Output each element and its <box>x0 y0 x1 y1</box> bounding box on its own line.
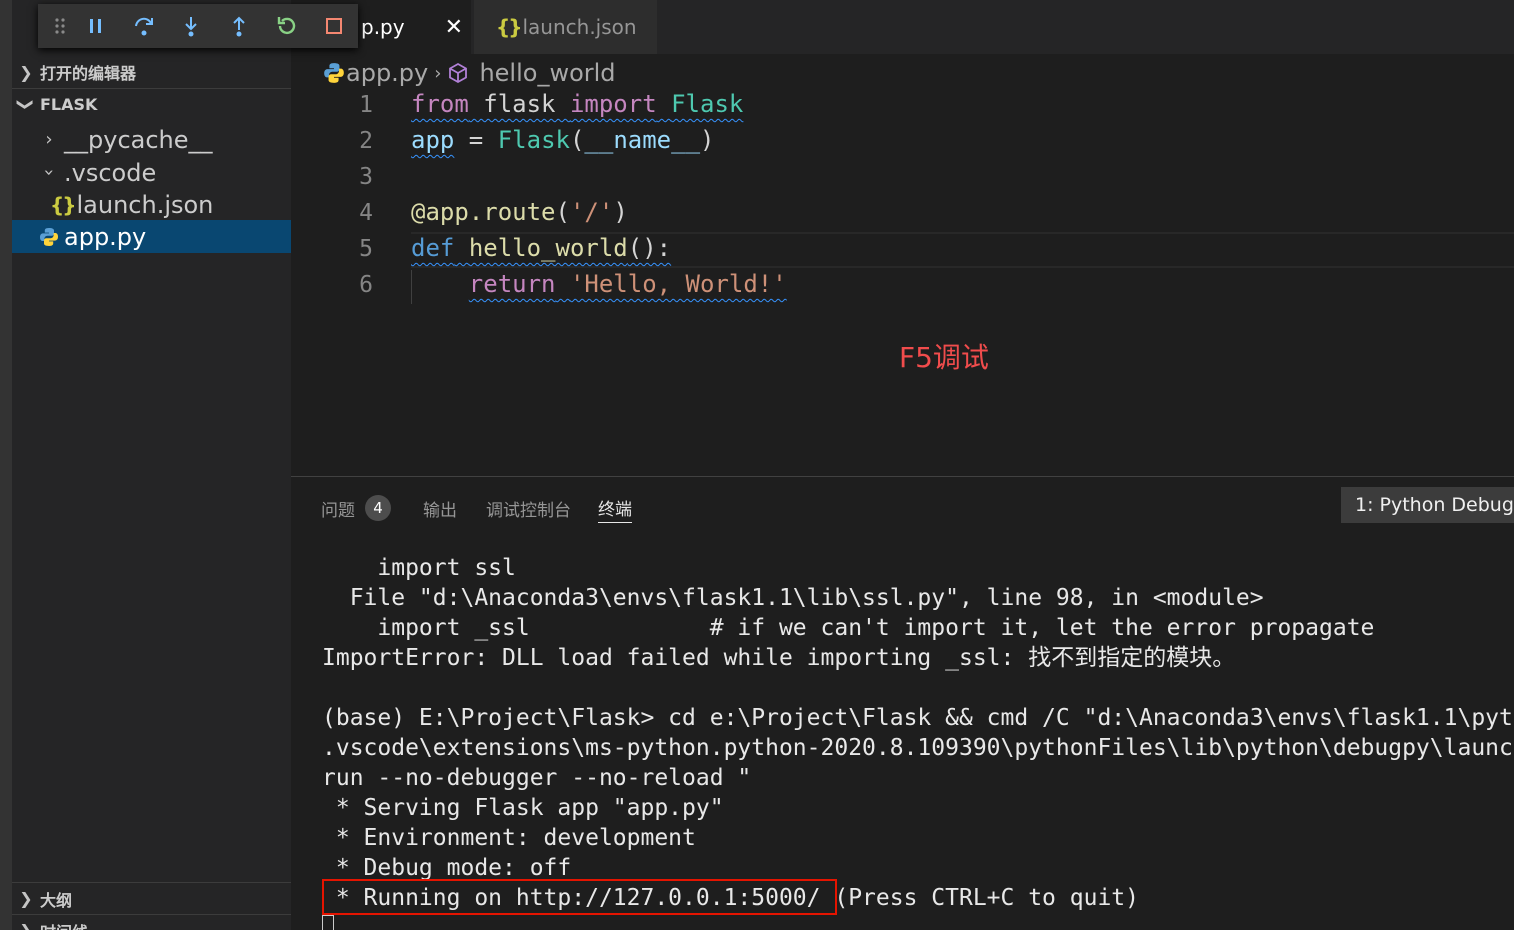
tab-debug-console[interactable]: 调试控制台 <box>486 493 571 523</box>
line-number: 2 <box>359 128 373 154</box>
highlight-box <box>322 879 837 915</box>
tree-item-app-py[interactable]: app.py <box>12 220 291 253</box>
chevron-right-icon: ❯ <box>12 921 40 930</box>
step-into-icon <box>185 17 197 37</box>
terminal-line: File "d:\Anaconda3\envs\flask1.1\lib\ssl… <box>322 585 1264 611</box>
terminal-line: import ssl <box>322 555 516 581</box>
stop-icon <box>326 18 343 34</box>
line-number: 1 <box>359 92 373 118</box>
terminal-line: .vscode\extensions\ms-python.python-2020… <box>322 735 1514 761</box>
tab-label: launch.json <box>522 15 637 39</box>
code-line-5: def hello_world(): <box>411 234 672 262</box>
restart-icon <box>277 17 295 35</box>
open-editors-header[interactable]: ❯ 打开的编辑器 <box>12 56 291 88</box>
terminal-line: * Environment: development <box>322 825 696 851</box>
debug-toolbar <box>38 4 358 48</box>
code-line-2: app = Flask(__name__) <box>411 126 715 154</box>
terminal-line: * Serving Flask app "app.py" <box>322 795 724 821</box>
step-out-button[interactable] <box>215 4 263 48</box>
code-editor[interactable]: 1 2 3 4 5 6 from flask import Flask app … <box>291 90 1514 476</box>
tab-label: 问题 <box>321 500 355 521</box>
code-line-6: return 'Hello, World!' <box>468 270 787 298</box>
tree-item-label: .vscode <box>64 158 157 187</box>
close-icon[interactable]: ✕ <box>445 15 463 40</box>
breadcrumb-symbol[interactable]: hello_world <box>479 59 615 87</box>
chevron-right-icon: ❯ <box>19 62 33 82</box>
terminal-line: run --no-debugger --no-reload " <box>322 765 752 791</box>
tab-problems[interactable]: 问题 4 <box>321 493 391 523</box>
tree-item-label: app.py <box>64 222 147 251</box>
method-cube-icon <box>449 62 468 84</box>
terminal-line: (base) E:\Project\Flask> cd e:\Project\F… <box>322 705 1514 731</box>
open-editors-label: 打开的编辑器 <box>40 64 137 83</box>
code-line-1: from flask import Flask <box>411 90 744 118</box>
activity-bar <box>0 0 12 930</box>
terminal-select[interactable]: 1: Python Debug C <box>1341 487 1514 523</box>
breadcrumb-file[interactable]: app.py <box>346 59 428 87</box>
project-label: FLASK <box>40 95 98 114</box>
pause-button[interactable] <box>72 4 120 48</box>
tab-launch-json[interactable]: {} launch.json <box>473 0 657 54</box>
tree-item-vscode[interactable]: › .vscode <box>12 156 291 189</box>
terminal-line: import _ssl # if we can't import it, let… <box>322 615 1375 641</box>
terminal-cursor <box>322 915 334 930</box>
chevron-right-icon: ❯ <box>19 889 33 908</box>
chevron-down-icon: ❯ <box>16 97 36 112</box>
tree-item-launch-json[interactable]: {} launch.json <box>12 188 291 221</box>
timeline-label: 时间线 <box>40 919 88 930</box>
tab-label: 调试控制台 <box>486 500 571 521</box>
tab-terminal[interactable]: 终端 <box>598 493 632 523</box>
annotation-text: F5调试 <box>899 341 989 374</box>
pause-icon <box>89 19 101 33</box>
tree-item-label: launch.json <box>76 190 214 219</box>
stop-button[interactable] <box>310 4 358 48</box>
outline-label: 大纲 <box>40 890 73 910</box>
line-number: 6 <box>359 272 373 298</box>
code-line-4: @app.route('/') <box>411 198 628 226</box>
tree-item-label: __pycache__ <box>64 125 213 154</box>
terminal-output[interactable]: import ssl File "d:\Anaconda3\envs\flask… <box>322 553 1514 913</box>
editor-tab-bar: p.py ✕ {} launch.json <box>291 0 1514 54</box>
project-header[interactable]: ❯ FLASK <box>12 88 291 120</box>
step-out-icon <box>233 16 245 37</box>
terminal-line: ImportError: DLL load failed while impor… <box>322 645 1236 671</box>
timeline-header[interactable]: ❯ 时间线 <box>12 914 291 930</box>
python-file-icon <box>324 63 344 83</box>
tab-label: 输出 <box>423 500 457 521</box>
restart-button[interactable] <box>263 4 311 48</box>
json-file-icon: {} <box>50 192 77 217</box>
chevron-right-icon: › <box>434 62 442 84</box>
tree-item-pycache[interactable]: › __pycache__ <box>12 123 291 156</box>
step-into-button[interactable] <box>167 4 215 48</box>
bottom-panel: 问题 4 输出 调试控制台 终端 1: Python Debug C impor… <box>291 476 1514 930</box>
tab-label: p.py <box>361 15 405 39</box>
problems-count-badge: 4 <box>365 495 391 521</box>
step-over-icon <box>134 17 153 36</box>
chevron-right-icon: › <box>45 129 53 150</box>
json-file-icon: {} <box>496 15 523 39</box>
step-over-button[interactable] <box>120 4 168 48</box>
tab-output[interactable]: 输出 <box>423 493 457 523</box>
drag-handle-icon[interactable] <box>48 4 72 48</box>
python-file-icon <box>40 227 58 246</box>
chevron-down-icon: › <box>38 168 60 177</box>
tab-label: 终端 <box>598 500 632 520</box>
outline-header[interactable]: ❯ 大纲 <box>12 882 291 914</box>
breadcrumb: app.py › hello_world <box>322 56 616 90</box>
line-number: 4 <box>359 200 373 226</box>
line-number: 5 <box>359 236 373 262</box>
line-number: 3 <box>359 164 373 190</box>
explorer-sidebar: ❯ 打开的编辑器 ❯ FLASK › __pycache__ › .vscode… <box>12 0 291 930</box>
